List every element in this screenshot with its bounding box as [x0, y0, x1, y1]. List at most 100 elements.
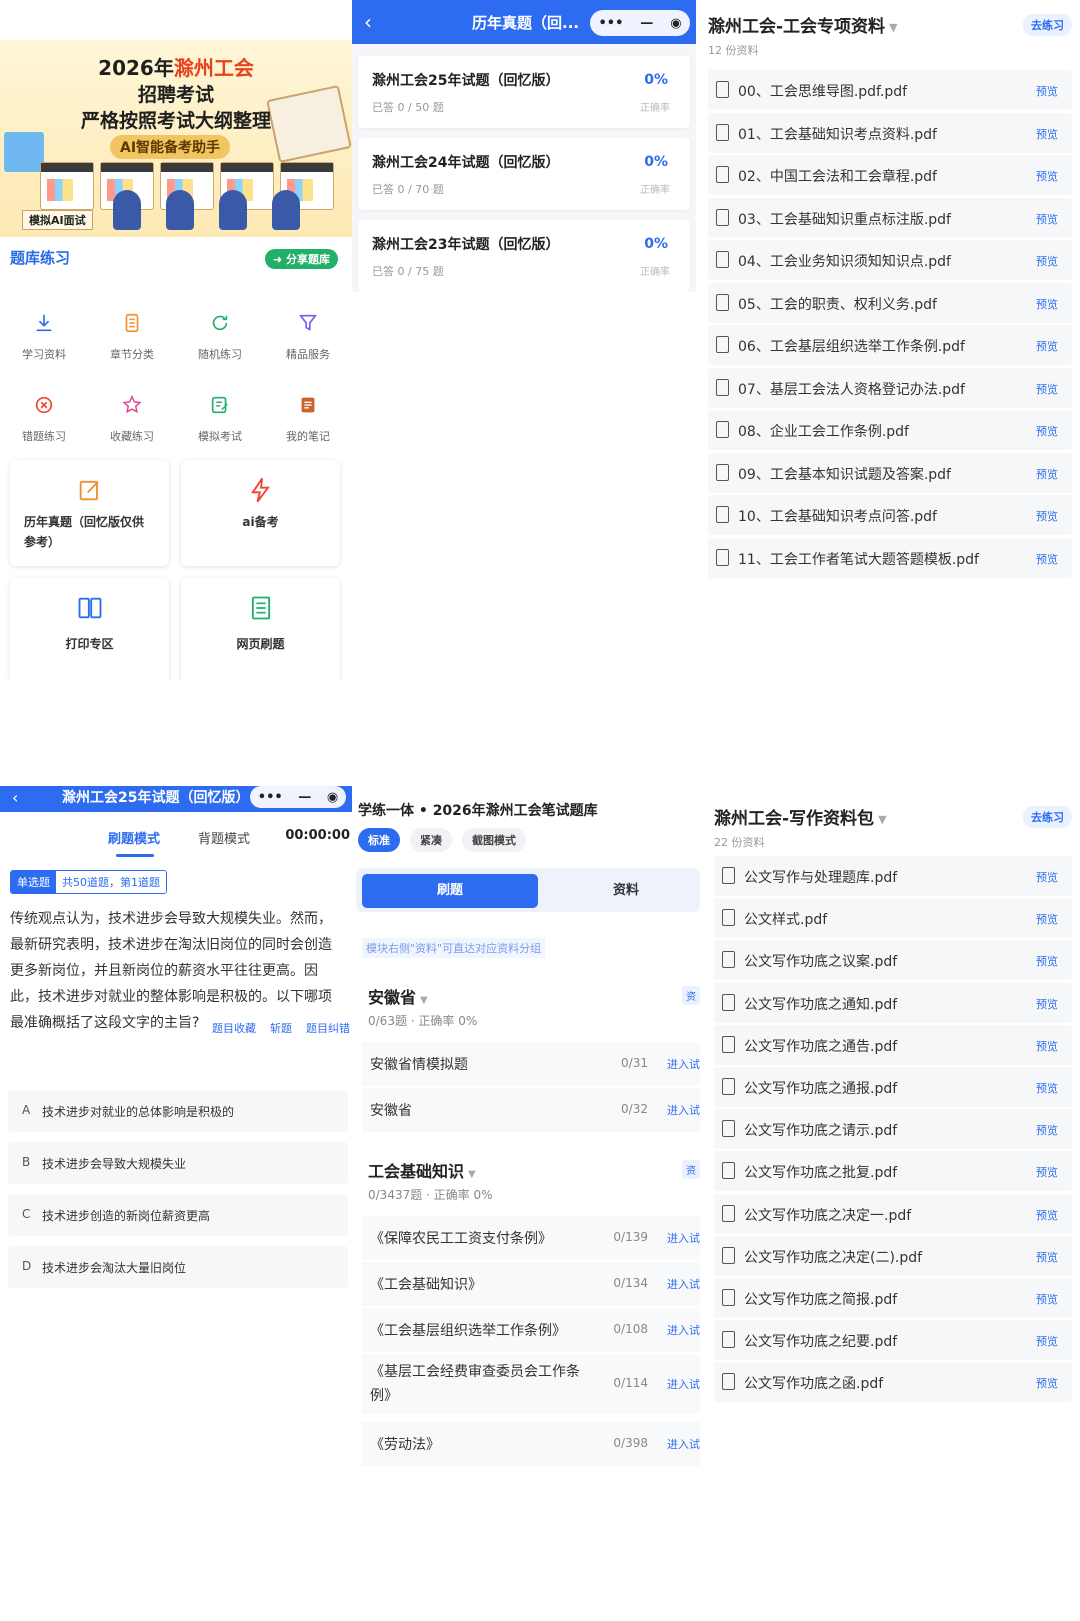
grid-item-wrong[interactable]: 错题练习: [0, 390, 88, 444]
grid-item-favorite[interactable]: 收藏练习: [88, 390, 176, 444]
preview-button[interactable]: 预览: [1036, 1164, 1058, 1180]
file-row[interactable]: 公文写作功底之纪要.pdf 预览: [714, 1320, 1072, 1361]
file-row[interactable]: 11、工会工作者笔试大题答题模板.pdf 预览: [708, 537, 1072, 578]
file-row[interactable]: 03、工会基础知识重点标注版.pdf 预览: [708, 197, 1072, 238]
option-c[interactable]: C 技术进步创造的新岗位薪资更高: [8, 1194, 348, 1236]
file-row[interactable]: 公文样式.pdf 预览: [714, 898, 1072, 939]
file-row[interactable]: 02、中国工会法和工会章程.pdf 预览: [708, 155, 1072, 195]
skip-button[interactable]: 斩题: [270, 1020, 292, 1036]
file-row[interactable]: 公文写作与处理题库.pdf 预览: [714, 856, 1072, 896]
file-row[interactable]: 公文写作功底之通知.pdf 预览: [714, 982, 1072, 1023]
enter-button[interactable]: 进入试: [667, 1276, 700, 1292]
preview-button[interactable]: 预览: [1036, 1375, 1058, 1391]
preview-button[interactable]: 预览: [1036, 911, 1058, 927]
file-row[interactable]: 公文写作功底之议案.pdf 预览: [714, 940, 1072, 981]
report-error-button[interactable]: 题目纠错: [306, 1020, 350, 1036]
grid-item-mock[interactable]: 模拟考试: [176, 390, 264, 444]
group-materials-tag[interactable]: 资: [682, 986, 700, 1005]
preview-button[interactable]: 预览: [1036, 1122, 1058, 1138]
chip-standard[interactable]: 标准: [358, 828, 400, 852]
list-item[interactable]: 《工会基层组织选举工作条例》 0/108 进入试: [362, 1308, 700, 1352]
card-past-exams[interactable]: 历年真题（回忆版仅供参考）: [10, 460, 169, 566]
card-print[interactable]: 打印专区: [10, 578, 169, 680]
minimize-icon[interactable]: —: [298, 790, 311, 805]
file-row[interactable]: 00、工会思维导图.pdf.pdf 预览: [708, 70, 1072, 110]
preview-button[interactable]: 预览: [1036, 1333, 1058, 1349]
grid-item-notes[interactable]: 我的笔记: [264, 390, 352, 444]
file-row[interactable]: 公文写作功底之通告.pdf 预览: [714, 1024, 1072, 1065]
preview-button[interactable]: 预览: [1036, 996, 1058, 1012]
practice-button[interactable]: 去练习: [1023, 14, 1072, 36]
promo-banner[interactable]: 2026年滁州工会 招聘考试 严格按照考试大纲整理 AI智能备考助手 模拟AI面…: [0, 40, 352, 237]
list-item[interactable]: 《工会基础知识》 0/134 进入试: [362, 1262, 700, 1306]
file-row[interactable]: 公文写作功底之决定(二).pdf 预览: [714, 1235, 1072, 1276]
exam-item[interactable]: 滁州工会25年试题（回忆版） 已答 0 / 50 题 0% 正确率: [358, 56, 690, 128]
materials-title[interactable]: 滁州工会-工会专项资料 ▼: [708, 12, 898, 37]
grid-item-chapter[interactable]: 章节分类: [88, 308, 176, 362]
preview-button[interactable]: 预览: [1036, 551, 1058, 567]
grid-item-premium[interactable]: 精品服务: [264, 308, 352, 362]
file-row[interactable]: 04、工会业务知识须知知识点.pdf 预览: [708, 240, 1072, 280]
preview-button[interactable]: 预览: [1036, 168, 1058, 184]
share-bank-button[interactable]: ➜ 分享题库: [264, 249, 338, 269]
list-item[interactable]: 安徽省情模拟题 0/31 进入试: [362, 1042, 700, 1086]
list-item[interactable]: 安徽省 0/32 进入试: [362, 1088, 700, 1132]
preview-button[interactable]: 预览: [1036, 1291, 1058, 1307]
preview-button[interactable]: 预览: [1036, 253, 1058, 269]
back-icon[interactable]: ‹: [364, 10, 372, 34]
preview-button[interactable]: 预览: [1036, 211, 1058, 227]
option-d[interactable]: D 技术进步会淘汰大量旧岗位: [8, 1246, 348, 1288]
preview-button[interactable]: 预览: [1036, 466, 1058, 482]
enter-button[interactable]: 进入试: [667, 1376, 700, 1392]
chip-compact[interactable]: 紧凑: [410, 828, 452, 852]
enter-button[interactable]: 进入试: [667, 1056, 700, 1072]
file-row[interactable]: 09、工会基本知识试题及答案.pdf 预览: [708, 452, 1072, 493]
file-row[interactable]: 公文写作功底之决定一.pdf 预览: [714, 1193, 1072, 1234]
file-row[interactable]: 07、基层工会法人资格登记办法.pdf 预览: [708, 367, 1072, 408]
segment-practice[interactable]: 刷题: [362, 874, 538, 908]
preview-button[interactable]: 预览: [1036, 1080, 1058, 1096]
exam-item[interactable]: 滁州工会23年试题（回忆版） 已答 0 / 75 题 0% 正确率: [358, 220, 690, 292]
file-row[interactable]: 公文写作功底之请示.pdf 预览: [714, 1109, 1072, 1150]
group-header[interactable]: 工会基础知识 ▼ 0/3437题 · 正确率 0% 资: [362, 1154, 700, 1214]
close-icon[interactable]: ◉: [327, 790, 338, 805]
file-row[interactable]: 公文写作功底之通报.pdf 预览: [714, 1067, 1072, 1107]
preview-button[interactable]: 预览: [1036, 869, 1058, 885]
enter-button[interactable]: 进入试: [667, 1230, 700, 1246]
preview-button[interactable]: 预览: [1036, 508, 1058, 524]
grid-item-study[interactable]: 学习资料: [0, 308, 88, 362]
list-item[interactable]: 《劳动法》 0/398 进入试: [362, 1422, 700, 1466]
group-header[interactable]: 安徽省 ▼ 0/63题 · 正确率 0% 资: [362, 980, 700, 1040]
enter-button[interactable]: 进入试: [667, 1436, 700, 1452]
preview-button[interactable]: 预览: [1036, 83, 1058, 99]
back-icon[interactable]: ‹: [12, 788, 18, 807]
segment-materials[interactable]: 资料: [556, 874, 696, 908]
materials-title[interactable]: 滁州工会-写作资料包 ▼: [714, 804, 887, 829]
file-row[interactable]: 06、工会基层组织选举工作条例.pdf 预览: [708, 325, 1072, 365]
list-item[interactable]: 《保障农民工工资支付条例》 0/139 进入试: [362, 1216, 700, 1260]
list-item[interactable]: 《基层工会经费审查委员会工作条例》 0/114 进入试: [362, 1354, 700, 1414]
card-ai-prep[interactable]: ai备考: [181, 460, 340, 566]
enter-button[interactable]: 进入试: [667, 1322, 700, 1338]
favorite-button[interactable]: 题目收藏: [212, 1020, 256, 1036]
file-row[interactable]: 公文写作功底之简报.pdf 预览: [714, 1278, 1072, 1318]
file-row[interactable]: 10、工会基础知识考点问答.pdf 预览: [708, 495, 1072, 535]
file-row[interactable]: 公文写作功底之函.pdf 预览: [714, 1362, 1072, 1403]
chip-screenshot[interactable]: 截图模式: [462, 828, 526, 852]
preview-button[interactable]: 预览: [1036, 381, 1058, 397]
tab-practice-mode[interactable]: 刷题模式: [108, 828, 160, 847]
preview-button[interactable]: 预览: [1036, 1249, 1058, 1265]
preview-button[interactable]: 预览: [1036, 126, 1058, 142]
preview-button[interactable]: 预览: [1036, 1038, 1058, 1054]
preview-button[interactable]: 预览: [1036, 296, 1058, 312]
group-materials-tag[interactable]: 资: [682, 1160, 700, 1179]
minimize-icon[interactable]: —: [640, 16, 653, 31]
tab-memorize-mode[interactable]: 背题模式: [198, 828, 250, 847]
preview-button[interactable]: 预览: [1036, 338, 1058, 354]
preview-button[interactable]: 预览: [1036, 1207, 1058, 1223]
option-a[interactable]: A 技术进步对就业的总体影响是积极的: [8, 1090, 348, 1132]
enter-button[interactable]: 进入试: [667, 1102, 700, 1118]
file-row[interactable]: 08、企业工会工作条例.pdf 预览: [708, 410, 1072, 450]
preview-button[interactable]: 预览: [1036, 953, 1058, 969]
exam-item[interactable]: 滁州工会24年试题（回忆版） 已答 0 / 70 题 0% 正确率: [358, 138, 690, 210]
